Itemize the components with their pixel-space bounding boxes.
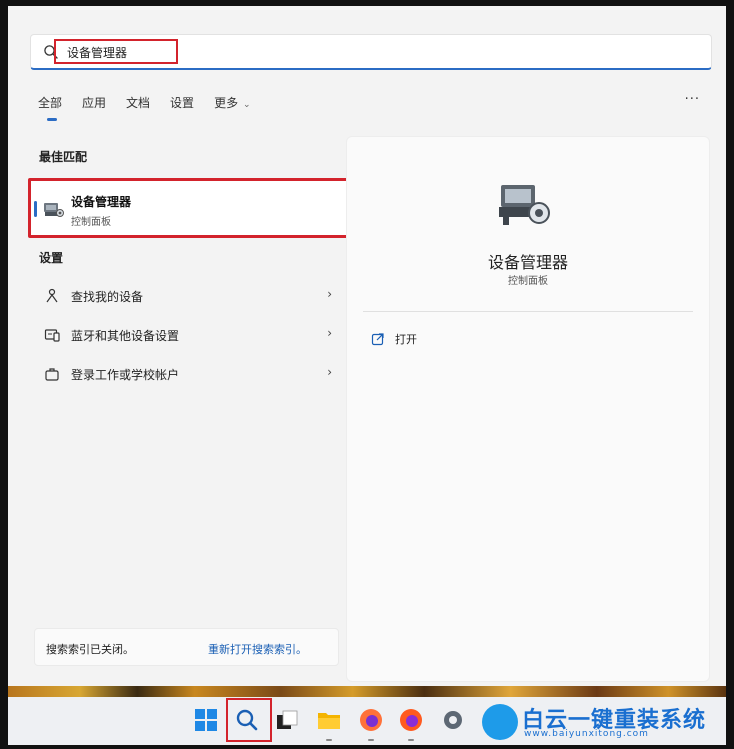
tab-settings[interactable]: 设置 xyxy=(170,94,194,111)
person-location-icon xyxy=(46,288,58,303)
taskbar-search-highlight xyxy=(226,698,272,742)
preview-subtitle: 控制面板 xyxy=(508,276,548,287)
tab-more[interactable]: 更多 ⌄ xyxy=(214,94,250,111)
device-manager-icon xyxy=(499,185,550,225)
divider xyxy=(363,311,693,312)
search-input-highlight xyxy=(54,39,178,64)
best-match-heading: 最佳匹配 xyxy=(39,150,88,164)
search-window: 全部 应用 文档 设置 更多 ⌄ ··· 最佳匹配 设备管理器 控制面板 设置 … xyxy=(8,6,726,686)
settings-gear-icon[interactable] xyxy=(440,707,466,733)
running-indicator xyxy=(368,739,374,741)
watermark-url: www.baiyunxitong.com xyxy=(524,729,649,739)
filter-tabs: 全部 应用 文档 设置 更多 ⌄ xyxy=(38,94,250,121)
best-match-item[interactable]: 设备管理器 控制面板 xyxy=(28,178,354,238)
selection-indicator xyxy=(34,201,37,217)
preview-panel: 设备管理器 控制面板 打开 xyxy=(346,136,710,682)
tab-documents[interactable]: 文档 xyxy=(126,94,150,111)
settings-item-label: 登录工作或学校帐户 xyxy=(71,368,180,382)
best-match-subtitle: 控制面板 xyxy=(71,217,111,228)
chevron-right-icon: › xyxy=(327,326,332,340)
running-indicator xyxy=(408,739,414,741)
open-action[interactable]: 打开 xyxy=(371,331,417,347)
settings-heading: 设置 xyxy=(39,251,64,265)
preview-title: 设备管理器 xyxy=(487,253,568,272)
open-action-label: 打开 xyxy=(395,333,417,346)
tab-more-label: 更多 xyxy=(214,96,239,110)
devices-icon xyxy=(44,329,60,342)
search-index-message: 搜索索引已关闭。 xyxy=(46,643,134,656)
search-index-notice: 搜索索引已关闭。 重新打开搜索索引。 xyxy=(34,628,339,666)
settings-item-label: 查找我的设备 xyxy=(71,290,144,304)
tab-apps[interactable]: 应用 xyxy=(82,94,106,111)
tab-all[interactable]: 全部 xyxy=(38,94,62,121)
settings-item-label: 蓝牙和其他设备设置 xyxy=(71,329,180,343)
task-view-icon[interactable] xyxy=(274,707,300,733)
chevron-down-icon: ⌄ xyxy=(240,100,251,110)
file-explorer-icon[interactable] xyxy=(316,707,342,733)
bird-logo-icon xyxy=(482,704,518,740)
open-external-icon xyxy=(371,333,384,346)
windows-start-icon[interactable] xyxy=(193,707,219,733)
settings-item-bluetooth[interactable]: 蓝牙和其他设备设置 › xyxy=(30,317,356,353)
watermark: 白云一键重装系统 www.baiyunxitong.com xyxy=(482,700,726,745)
desktop-wallpaper-strip xyxy=(8,686,726,697)
device-manager-icon xyxy=(44,203,64,217)
briefcase-icon xyxy=(45,368,59,381)
more-options-button[interactable]: ··· xyxy=(685,92,700,107)
chevron-right-icon: › xyxy=(327,365,332,379)
running-indicator xyxy=(326,739,332,741)
settings-item-find-my-device[interactable]: 查找我的设备 › xyxy=(30,278,356,314)
firefox-icon[interactable] xyxy=(358,707,384,733)
reenable-index-link[interactable]: 重新打开搜索索引。 xyxy=(208,641,307,657)
settings-item-work-account[interactable]: 登录工作或学校帐户 › xyxy=(30,356,356,392)
firefox-icon[interactable] xyxy=(398,707,424,733)
best-match-title: 设备管理器 xyxy=(71,195,132,209)
chevron-right-icon: › xyxy=(327,287,332,301)
